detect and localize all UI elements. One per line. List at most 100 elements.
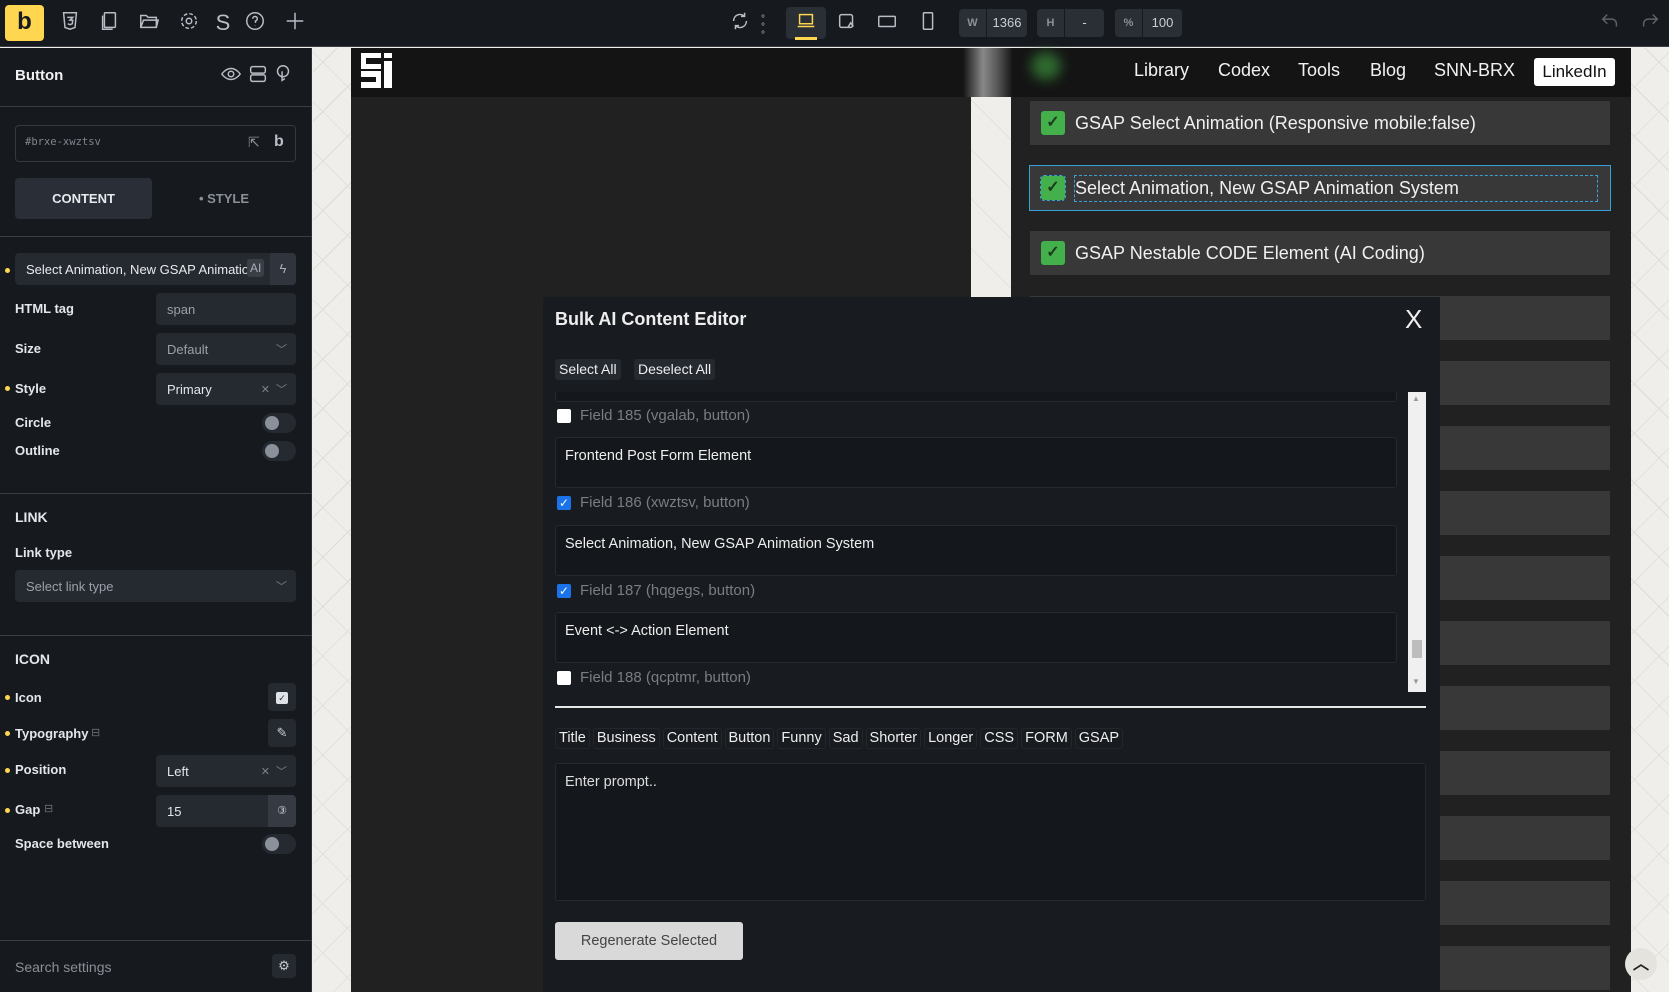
laptop-breakpoint-button[interactable]: [786, 7, 826, 40]
list-item-selected[interactable]: ✓ Select Animation, New GSAP Animation Sy…: [1029, 165, 1611, 211]
tablet-icon[interactable]: [874, 10, 900, 36]
modified-dot: [5, 268, 10, 273]
tab-style[interactable]: • STYLE: [152, 178, 296, 219]
field-checkbox[interactable]: [557, 408, 571, 423]
width-value[interactable]: 1366: [987, 9, 1027, 37]
zoom-input[interactable]: % 100: [1115, 9, 1182, 37]
field-textarea[interactable]: Select Animation, New GSAP Animation Sys…: [555, 525, 1397, 576]
list-item[interactable]: ✓ GSAP Nestable CODE Element (AI Coding): [1030, 231, 1610, 275]
zoom-value[interactable]: 100: [1143, 9, 1182, 37]
size-select[interactable]: Default ﹀: [156, 333, 296, 365]
clear-icon[interactable]: ✕: [261, 383, 270, 396]
s-icon[interactable]: S: [210, 10, 236, 36]
field-checkbox-row[interactable]: ✓ Field 187 (hqgegs, button): [557, 582, 755, 599]
close-button[interactable]: X: [1405, 304, 1422, 335]
cursor-arrow-icon[interactable]: ⇱: [248, 134, 260, 151]
prompt-chip[interactable]: CSS: [980, 728, 1019, 749]
search-settings-input[interactable]: Search settings: [15, 959, 112, 975]
help-icon[interactable]: [242, 10, 268, 36]
redo-icon[interactable]: [1637, 10, 1663, 36]
modified-dot: [5, 731, 10, 736]
position-select[interactable]: Left ✕ ﹀: [156, 755, 296, 787]
divider: [0, 493, 312, 494]
height-value[interactable]: -: [1065, 9, 1104, 37]
clear-icon[interactable]: ✕: [261, 765, 270, 778]
settings-gear-icon[interactable]: [176, 10, 202, 36]
prompt-chip[interactable]: Shorter: [865, 728, 922, 749]
dynamic-data-bolt-icon[interactable]: ϟ: [270, 253, 296, 285]
mobile-icon[interactable]: [915, 10, 941, 36]
icon-picker-button[interactable]: ✓: [268, 683, 296, 711]
button-text-input[interactable]: Select Animation, New GSAP Animation Sys…: [15, 253, 296, 285]
modified-dot: [5, 695, 10, 700]
nav-link-snn-brx[interactable]: SNN-BRX: [1434, 60, 1515, 81]
select-all-button[interactable]: Select All: [555, 359, 621, 380]
gap-label: Gap: [15, 802, 41, 817]
prompt-chip[interactable]: Sad: [828, 728, 863, 749]
element-id-field[interactable]: #brxe-xwztsv ⇱ b: [15, 125, 296, 162]
tab-content[interactable]: CONTENT: [15, 178, 152, 219]
outline-toggle[interactable]: [262, 441, 296, 461]
field-value: Event <-> Action Element: [565, 623, 729, 639]
field-textarea[interactable]: [555, 392, 1397, 402]
prompt-chip[interactable]: Button: [724, 728, 775, 749]
undo-icon[interactable]: [1597, 10, 1623, 36]
nav-link-blog[interactable]: Blog: [1370, 60, 1406, 81]
link-type-select[interactable]: Select link type ﹀: [15, 570, 296, 602]
field-checkbox-checked[interactable]: ✓: [557, 495, 571, 510]
refresh-icon[interactable]: [727, 10, 753, 36]
scrollbar-thumb[interactable]: [1412, 640, 1422, 658]
field-textarea[interactable]: Frontend Post Form Element: [555, 437, 1397, 488]
circle-toggle[interactable]: [262, 413, 296, 433]
ai-button[interactable]: AI: [247, 259, 265, 277]
chevron-down-icon: ﹀: [276, 581, 287, 593]
pages-icon[interactable]: [96, 10, 122, 36]
prompt-chip[interactable]: GSAP: [1074, 728, 1124, 749]
active-indicator: [795, 37, 817, 40]
height-input[interactable]: H-: [1037, 9, 1104, 37]
structure-icon[interactable]: [245, 63, 271, 89]
tablet-landscape-icon[interactable]: [834, 10, 860, 36]
field-checkbox-row[interactable]: ✓ Field 186 (xwztsv, button): [557, 494, 750, 511]
field-textarea[interactable]: Event <-> Action Element: [555, 612, 1397, 663]
prompt-chip[interactable]: Content: [662, 728, 722, 749]
field-checkbox-row[interactable]: Field 188 (qcptmr, button): [557, 669, 751, 686]
scroll-down-icon[interactable]: ▼: [1412, 677, 1420, 686]
folder-icon[interactable]: [136, 10, 162, 36]
list-item[interactable]: ✓ GSAP Select Animation (Responsive mobil…: [1030, 101, 1610, 145]
nav-link-codex[interactable]: Codex: [1218, 60, 1270, 81]
space-between-toggle[interactable]: [262, 834, 296, 854]
scrollbar[interactable]: ▲ ▼: [1408, 392, 1426, 692]
regenerate-selected-button[interactable]: Regenerate Selected: [555, 922, 743, 960]
style-value: Primary: [167, 381, 212, 397]
bricks-logo-button[interactable]: b: [5, 5, 44, 41]
plus-icon[interactable]: [282, 10, 308, 36]
html-tag-input[interactable]: span: [156, 293, 296, 325]
prompt-chip[interactable]: Business: [592, 728, 660, 749]
settings-gear-icon[interactable]: ⚙: [272, 954, 296, 978]
css3-unit-icon[interactable]: ③: [268, 795, 296, 827]
scroll-to-top-button[interactable]: ︿: [1625, 948, 1657, 980]
prompt-chip[interactable]: Longer: [924, 728, 978, 749]
css3-icon[interactable]: [57, 10, 83, 36]
prompt-chip[interactable]: Title: [555, 728, 590, 749]
linkedin-button[interactable]: LinkedIn: [1534, 58, 1615, 86]
deselect-all-button[interactable]: Deselect All: [634, 359, 716, 380]
prompt-chip[interactable]: FORM: [1021, 728, 1072, 749]
field-checkbox-row[interactable]: Field 185 (vgalab, button): [557, 407, 750, 424]
gap-input[interactable]: 15 ③: [156, 795, 296, 827]
prompt-textarea[interactable]: Enter prompt..: [555, 763, 1426, 901]
prompt-chip[interactable]: Funny: [777, 728, 826, 749]
space-between-label: Space between: [15, 836, 109, 851]
nav-link-tools[interactable]: Tools: [1298, 60, 1340, 81]
typography-edit-button[interactable]: ✎: [268, 719, 296, 747]
style-select[interactable]: Primary ✕ ﹀: [156, 373, 296, 405]
width-input[interactable]: W 1366: [959, 9, 1027, 37]
scroll-up-icon[interactable]: ▲: [1412, 394, 1420, 403]
field-checkbox[interactable]: [557, 670, 571, 685]
eye-icon[interactable]: [218, 63, 244, 89]
nav-link-library[interactable]: Library: [1134, 60, 1189, 81]
more-dots-icon[interactable]: ° ° °: [758, 15, 768, 42]
pointer-hand-icon[interactable]: [270, 63, 296, 89]
field-checkbox-checked[interactable]: ✓: [557, 583, 571, 598]
